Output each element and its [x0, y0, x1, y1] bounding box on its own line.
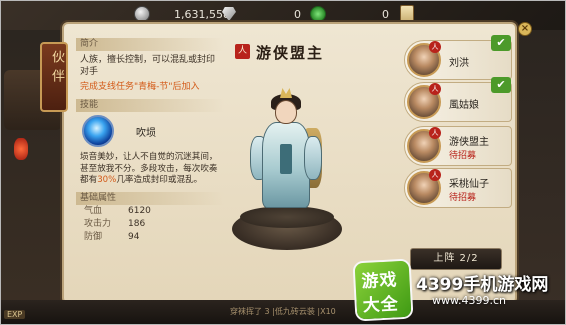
stat-value: 186 [128, 218, 146, 229]
gem-value: 0 [294, 8, 301, 21]
roster-card[interactable]: 人 游侠盟主 待招募 [404, 126, 512, 166]
race-seal-icon: 人 [235, 44, 250, 59]
watermark-logo: 游戏 大全 [354, 260, 412, 320]
intro-text: 人族，擅长控制，可以混乱或封印对手 [80, 55, 216, 77]
jade-add-icon[interactable] [310, 6, 326, 22]
stat-label: 防御 [84, 231, 103, 242]
roster-card[interactable]: 人 刘洪 ✔ [404, 35, 512, 80]
hero-sleeve [304, 136, 322, 180]
partner-status: 待招募 [449, 151, 477, 161]
partner-status: 待招募 [449, 193, 477, 203]
checkmark-icon: ✔ [491, 35, 511, 51]
roster-card[interactable]: 人 采桃仙子 待招募 [404, 168, 512, 208]
exp-label: EXP [4, 310, 26, 319]
watermark-site-url: www.4399.cn [432, 294, 506, 307]
skill-whirlwind-icon[interactable] [82, 115, 114, 147]
deploy-button[interactable]: 上阵 2/2 [410, 248, 502, 270]
stat-label: 攻击力 [84, 218, 112, 229]
panel-banner: 伙伴 [40, 42, 68, 112]
hero-figure[interactable] [250, 88, 324, 216]
stat-row: 气血 6120 [76, 205, 224, 218]
stat-value: 6120 [128, 205, 151, 216]
stat-label: 气血 [84, 205, 103, 216]
stat-row: 攻击力 186 [76, 218, 224, 231]
stat-row: 防御 94 [76, 231, 224, 244]
unlock-condition: 完成支线任务"青梅-节"后加入 [80, 82, 200, 92]
stats-heading: 基础属性 [76, 191, 224, 205]
race-badge: 人 [429, 169, 441, 181]
race-badge: 人 [429, 83, 441, 95]
watermark-site-name: 4399手机游戏网 [416, 275, 549, 295]
lantern-icon [14, 138, 28, 160]
close-button[interactable]: × [518, 22, 532, 36]
hero-head [275, 100, 297, 124]
hero-sash [280, 144, 292, 174]
watermark-line2: 大全 [362, 294, 400, 317]
partner-info: 简介 人族，擅长控制，可以混乱或封印对手 完成支线任务"青梅-节"后加入 技能 … [76, 36, 224, 298]
partner-name: 游侠盟主 [449, 137, 489, 148]
partner-name: 刘洪 [449, 58, 469, 69]
intro-heading: 简介 [76, 38, 224, 51]
skill-heading: 技能 [76, 99, 224, 112]
hero-title: 游侠盟主 [256, 44, 325, 62]
skill-desc-chance: 30% [97, 175, 117, 185]
banner-title: 伙伴 [49, 50, 64, 88]
skill-name: 吹埙 [136, 128, 156, 139]
watermark-line1: 游戏 [361, 270, 399, 293]
checkmark-icon: ✔ [491, 77, 511, 93]
race-badge: 人 [429, 127, 441, 139]
coin-value: 1,631,558 [174, 8, 230, 21]
race-badge: 人 [429, 41, 441, 53]
stat-value: 94 [128, 231, 140, 242]
partner-name: 采桃仙子 [449, 179, 489, 190]
scroll-icon[interactable] [400, 5, 414, 23]
chat-message: 穿袜挥了 3 |低九砖云装 |X10 [230, 307, 336, 316]
jade-value: 0 [382, 8, 389, 21]
roster-card[interactable]: 人 風姑娘 ✔ [404, 77, 512, 122]
skill-description: 埙音美妙，让人不自觉的沉迷其间，甚至放我不分。多段攻击，每次吹奏都有30%几率造… [76, 152, 224, 187]
skill-row[interactable]: 吹埙 [76, 112, 224, 152]
silver-coin-icon [134, 6, 150, 22]
game-screen: 1,631,558 0 0 × 伙伴 简介 人族，擅长控制，可以混乱或封印对手 … [0, 0, 566, 325]
skill-desc-b: 几率造成封印或混乱。 [116, 175, 203, 185]
partner-name: 風姑娘 [449, 100, 479, 111]
